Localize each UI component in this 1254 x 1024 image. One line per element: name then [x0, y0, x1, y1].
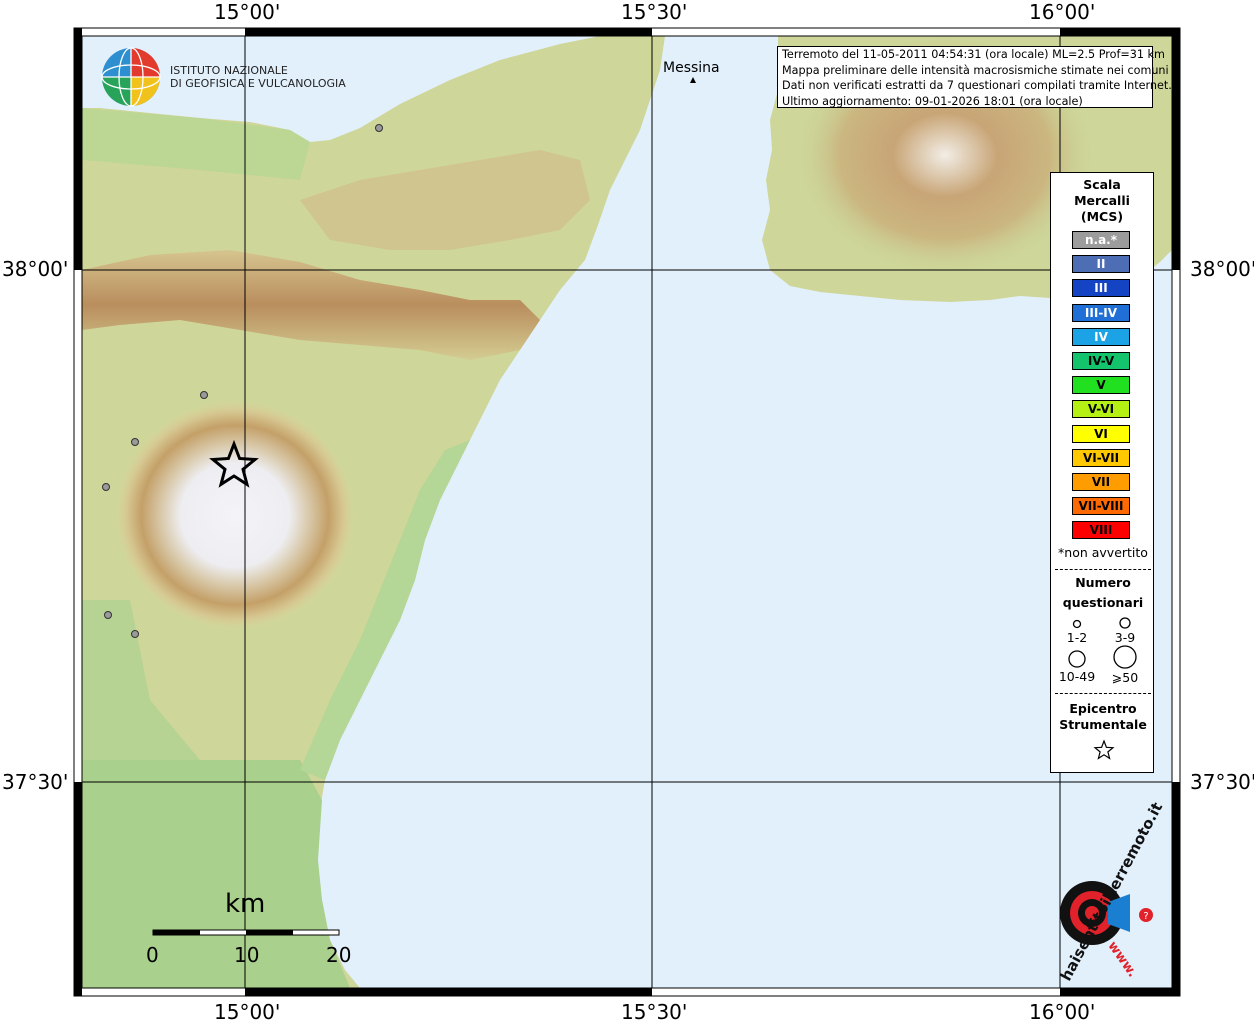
questionnaires-title1: Numero: [1075, 575, 1131, 590]
epicentral-area: [115, 400, 355, 630]
legend-swatch: VII: [1072, 473, 1130, 491]
institution-name: ISTITUTO NAZIONALE DI GEOFISICA E VULCAN…: [170, 64, 346, 90]
institution-line1: ISTITUTO NAZIONALE: [170, 64, 288, 77]
scale-label-10: 10: [234, 943, 260, 967]
bottom-label-15-30: 15°30': [621, 1000, 688, 1024]
ingv-logo-icon: [101, 47, 161, 107]
lowland-south: [82, 760, 350, 988]
epicenter-legend-star-icon: [1093, 739, 1115, 760]
locality-marker: [131, 630, 139, 638]
institution-line2: DI GEOFISICA E VULCANOLOGIA: [170, 77, 346, 90]
q-size-50: ⩾50: [1111, 670, 1139, 685]
epicenter-title1: Epicentro: [1069, 701, 1137, 716]
top-label-15-30: 15°30': [621, 0, 688, 24]
right-label-37-30: 37°30': [1190, 770, 1254, 794]
q-size-1-2: 1-2: [1066, 630, 1088, 645]
locality-marker: [104, 611, 112, 619]
legend-title-line3: (MCS): [1080, 209, 1124, 224]
legend-swatch: VII-VIII: [1072, 497, 1130, 516]
locality-marker: [200, 391, 208, 399]
left-label-38-00: 38°00': [2, 257, 69, 281]
scale-bar: [152, 929, 340, 936]
legend-swatch: III: [1072, 279, 1130, 298]
legend-swatch: VI-VII: [1072, 448, 1130, 467]
q-size-3-9: 3-9: [1114, 630, 1136, 645]
q-size-10-49: 10-49: [1058, 669, 1096, 684]
legend-swatch: V: [1072, 376, 1130, 395]
legend-title-line2: Mercalli: [1074, 193, 1130, 208]
left-label-37-30: 37°30': [2, 770, 69, 794]
info-line-data: Dati non verificati estratti da 7 questi…: [782, 79, 1172, 92]
info-line-updated: Ultimo aggiornamento: 09-01-2026 18:01 (…: [782, 94, 1083, 108]
city-label-messina: Messina: [663, 60, 720, 76]
legend-swatch: II: [1072, 255, 1130, 274]
legend-swatch: V-VI: [1072, 400, 1130, 419]
bottom-label-16-00: 16°00': [1029, 1000, 1096, 1024]
legend-swatch: IV-V: [1072, 352, 1130, 370]
legend-swatch: IV: [1072, 327, 1130, 346]
locality-marker: [375, 124, 383, 132]
top-label-16-00: 16°00': [1029, 0, 1096, 24]
scale-label-20: 20: [326, 943, 352, 967]
legend-swatch: VIII: [1072, 521, 1130, 540]
top-label-15-00: 15°00': [214, 0, 281, 24]
legend-swatch: n.a.*: [1072, 231, 1130, 249]
right-label-38-00: 38°00': [1190, 257, 1254, 281]
legend-swatch: III-IV: [1072, 303, 1130, 322]
scale-unit: km: [225, 889, 266, 919]
info-line-map: Mappa preliminare delle intensità macros…: [782, 63, 1169, 77]
svg-text:?: ?: [1143, 911, 1148, 922]
event-info-box: Terremoto del 11-05-2011 04:54:31 (ora l…: [777, 46, 1172, 108]
locality-marker: [131, 438, 139, 446]
legend-swatch: VI: [1072, 424, 1130, 443]
scale-label-0: 0: [146, 943, 159, 967]
legend-note: *non avvertito: [1058, 545, 1148, 560]
questionnaires-title2: questionari: [1062, 595, 1144, 610]
legend-title-line1: Scala: [1083, 177, 1121, 192]
legend-separator: [1055, 693, 1151, 694]
legend-separator: [1055, 569, 1151, 570]
mcs-legend: Scala Mercalli (MCS) n.a.* II III III-IV IV I…: [1050, 172, 1154, 773]
info-line-event: Terremoto del 11-05-2011 04:54:31 (ora l…: [782, 48, 1165, 61]
epicenter-title2: Strumentale: [1059, 717, 1147, 732]
bottom-label-15-00: 15°00': [214, 1000, 281, 1024]
locality-marker: [102, 483, 110, 491]
